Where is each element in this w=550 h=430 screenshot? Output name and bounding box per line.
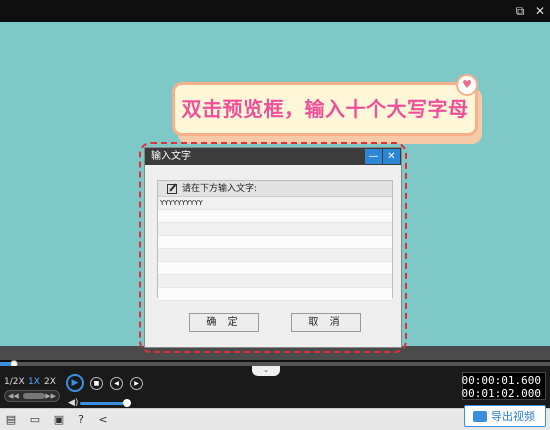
input-text-dialog: 输入文字 — ✕ 请在下方输入文字: YYYYYYYYYY 确 定 取 消 [144, 147, 402, 348]
text-row[interactable] [158, 249, 392, 262]
panel-header: 请在下方输入文字: [158, 181, 392, 197]
hint-bubble: 双击预览框，输入十个大写字母Y [172, 82, 478, 169]
text-row[interactable] [158, 262, 392, 275]
cancel-button[interactable]: 取 消 [291, 313, 361, 332]
text-row[interactable] [158, 275, 392, 288]
share-icon[interactable]: < [96, 413, 110, 427]
volume-slider[interactable] [80, 402, 127, 405]
dialog-title: 输入文字 [151, 151, 191, 162]
export-video-button[interactable]: 导出视频 [464, 405, 546, 427]
close-icon[interactable]: ✕ [532, 3, 548, 19]
save-icon[interactable]: ▣ [52, 413, 66, 427]
help-icon[interactable]: ? [74, 413, 88, 427]
edit-icon [167, 184, 177, 194]
forward-icon[interactable]: ▶▶ [45, 391, 56, 401]
volume-icon[interactable]: ◀) [68, 398, 78, 408]
volume-handle[interactable] [123, 399, 131, 407]
export-label: 导出视频 [491, 410, 535, 423]
minimize-icon[interactable]: — [365, 149, 382, 164]
speed-2x[interactable]: 2X [44, 376, 56, 388]
hint-text: 双击预览框，输入十个大写字母Y [181, 97, 469, 169]
panel-heading: 请在下方输入文字: [182, 184, 258, 194]
new-project-icon[interactable]: ▤ [4, 413, 18, 427]
stop-icon[interactable]: ■ [90, 377, 103, 390]
rewind-icon[interactable]: ◀◀ [8, 391, 19, 401]
speed-half[interactable]: 1/2X [4, 376, 25, 388]
text-input-panel[interactable]: 请在下方输入文字: YYYYYYYYYY [157, 180, 393, 301]
next-icon[interactable]: ▶ [130, 377, 143, 390]
text-rows[interactable]: YYYYYYYYYY [158, 197, 392, 301]
prev-icon[interactable]: ◀ [110, 377, 123, 390]
collapse-toggle[interactable]: ⌄ [252, 366, 280, 376]
text-row[interactable] [158, 288, 392, 301]
text-row[interactable] [158, 236, 392, 249]
jog-bar [23, 393, 45, 399]
preview-stage-bottom [0, 346, 550, 360]
open-icon[interactable]: ▭ [28, 413, 42, 427]
jog-slider[interactable]: ◀◀ ▶▶ [4, 390, 60, 402]
total-time: 00:01:02.000 [461, 387, 541, 400]
play-icon[interactable]: ▶ [66, 374, 84, 392]
current-time: 00:00:01.600 [461, 374, 541, 387]
speed-1x[interactable]: 1X [28, 376, 40, 388]
dialog-close-icon[interactable]: ✕ [383, 149, 400, 164]
confirm-button[interactable]: 确 定 [189, 313, 259, 332]
export-icon [473, 411, 487, 422]
heart-icon: ♥ [456, 74, 478, 96]
dialog-titlebar: 输入文字 — ✕ [145, 148, 401, 165]
time-display: 00:00:01.600 00:01:02.000 [462, 372, 546, 400]
text-row[interactable] [158, 210, 392, 223]
text-row[interactable] [158, 223, 392, 236]
window-titlebar: ⧉ ✕ [0, 0, 550, 22]
restore-icon[interactable]: ⧉ [512, 3, 528, 19]
text-row[interactable]: YYYYYYYYYY [158, 197, 392, 210]
